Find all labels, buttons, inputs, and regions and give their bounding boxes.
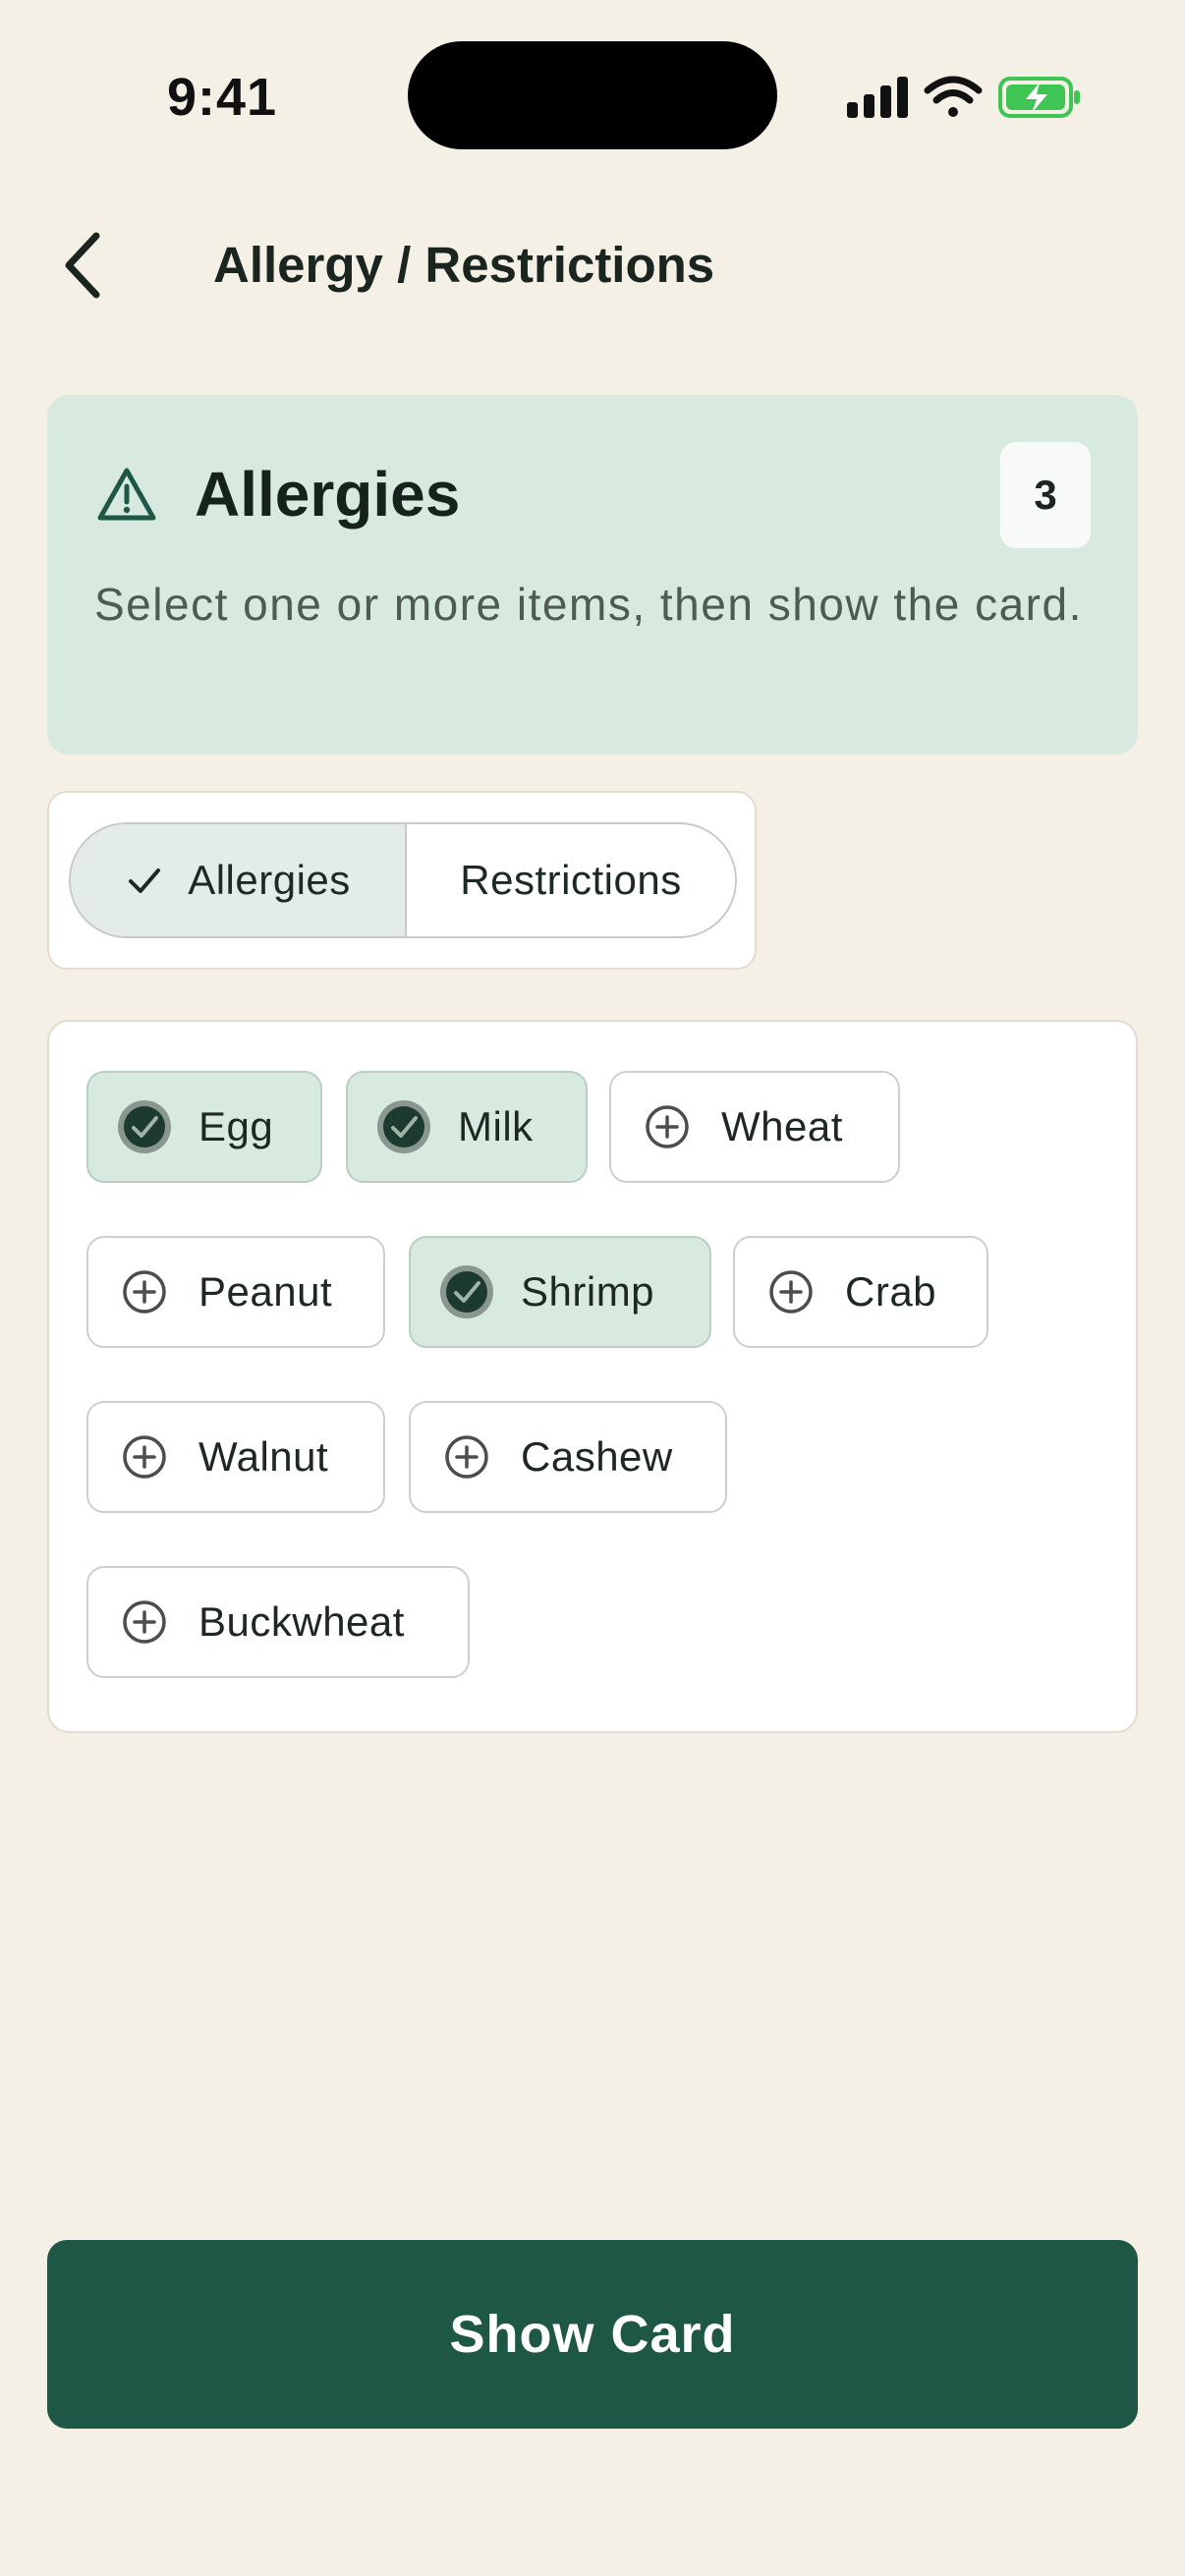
- plus-circle-icon: [445, 1435, 488, 1479]
- chip-label: Peanut: [198, 1268, 333, 1315]
- info-title: Allergies: [195, 459, 461, 530]
- chip-buckwheat[interactable]: Buckwheat: [86, 1566, 470, 1678]
- chip-label: Egg: [198, 1103, 274, 1149]
- selected-count-badge: 3: [1000, 442, 1091, 548]
- chip-cashew[interactable]: Cashew: [409, 1401, 727, 1513]
- status-time: 9:41: [167, 68, 278, 127]
- allergen-chip-group: Egg Milk Wheat Peanut Shrimp Crab Walnut Cashew…: [47, 1020, 1138, 1733]
- tab-restrictions[interactable]: Restrictions: [407, 824, 735, 936]
- tab-allergies-label: Allergies: [188, 857, 351, 903]
- plus-circle-icon: [769, 1270, 813, 1314]
- checked-circle-icon: [377, 1100, 430, 1153]
- chip-label: Milk: [458, 1103, 534, 1149]
- tab-allergies[interactable]: Allergies: [71, 824, 407, 936]
- chip-walnut[interactable]: Walnut: [86, 1401, 385, 1513]
- chip-label: Buckwheat: [198, 1598, 405, 1645]
- show-card-button[interactable]: Show Card: [47, 2240, 1138, 2429]
- info-card: Allergies 3 Select one or more items, th…: [47, 395, 1138, 755]
- chip-label: Wheat: [721, 1103, 843, 1149]
- chip-label: Walnut: [198, 1433, 329, 1480]
- plus-circle-icon: [123, 1270, 166, 1314]
- status-icons: [847, 71, 1083, 124]
- chip-label: Shrimp: [521, 1268, 655, 1315]
- warning-triangle-icon: [97, 468, 156, 521]
- chip-wheat[interactable]: Wheat: [609, 1071, 900, 1183]
- chevron-left-icon: [65, 232, 100, 299]
- check-icon: [129, 868, 161, 893]
- checked-circle-icon: [118, 1100, 171, 1153]
- tab-restrictions-label: Restrictions: [460, 857, 682, 903]
- chip-label: Crab: [845, 1268, 937, 1315]
- plus-circle-icon: [646, 1105, 689, 1148]
- segmented-control: Allergies Restrictions: [69, 822, 737, 938]
- segment-container: Allergies Restrictions: [47, 791, 757, 970]
- dynamic-island: [408, 41, 777, 149]
- chip-egg[interactable]: Egg: [86, 1071, 322, 1183]
- plus-circle-icon: [123, 1600, 166, 1644]
- chip-milk[interactable]: Milk: [346, 1071, 588, 1183]
- chip-crab[interactable]: Crab: [733, 1236, 988, 1348]
- plus-circle-icon: [123, 1435, 166, 1479]
- wifi-icon: [924, 76, 983, 117]
- signal-icon: [847, 77, 908, 118]
- info-description: Select one or more items, then show the …: [94, 579, 1083, 630]
- chip-shrimp[interactable]: Shrimp: [409, 1236, 711, 1348]
- checked-circle-icon: [440, 1265, 493, 1318]
- chip-label: Cashew: [521, 1433, 673, 1480]
- chip-peanut[interactable]: Peanut: [86, 1236, 385, 1348]
- back-button[interactable]: [55, 226, 114, 305]
- page-title: Allergy / Restrictions: [213, 237, 715, 293]
- battery-charging-icon: [998, 77, 1080, 118]
